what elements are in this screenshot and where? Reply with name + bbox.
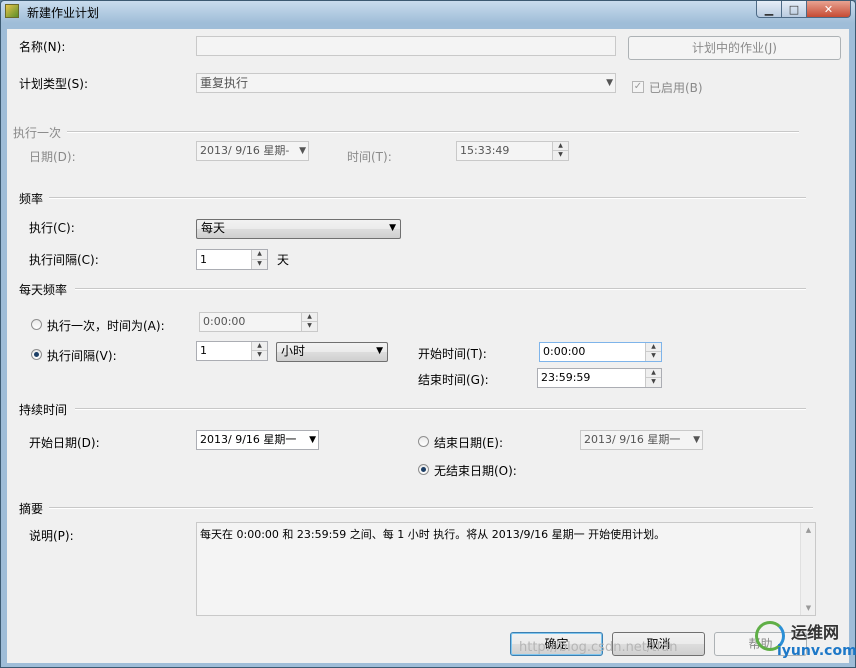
chevron-down-icon: ▼ — [389, 223, 396, 233]
daily-every-label: 执行间隔(V): — [47, 349, 117, 363]
end-time-spinner[interactable]: 23:59:59 ▲ ▼ — [537, 368, 662, 388]
duration-section-title: 持续时间 — [19, 403, 68, 417]
jobs-in-schedule-button[interactable]: 计划中的作业(J) — [628, 36, 841, 60]
no-end-date-label: 无结束日期(O): — [434, 464, 517, 478]
chevron-down-icon: ▼ — [309, 435, 316, 445]
minimize-button[interactable]: ▁ — [756, 1, 782, 18]
daily-every-value: 1 — [200, 344, 207, 357]
daily-section-divider — [75, 288, 806, 290]
watermark-url: http://blog.csdn.net/tfdn — [519, 640, 678, 655]
once-time-spinner[interactable]: 15:33:49 ▲ ▼ — [456, 141, 569, 161]
once-time-value: 15:33:49 — [460, 144, 510, 157]
frequency-section-title: 频率 — [19, 192, 44, 206]
spin-arrows-icon[interactable]: ▲ ▼ — [301, 313, 317, 331]
scroll-down-icon[interactable]: ▼ — [801, 601, 816, 615]
end-date-value: 2013/ 9/16 星期一 — [584, 433, 681, 446]
daily-once-time-spinner[interactable]: 0:00:00 ▲ ▼ — [199, 312, 318, 332]
duration-section-divider — [75, 408, 806, 410]
description-label: 说明(P): — [29, 529, 74, 543]
daily-every-unit-value: 小时 — [281, 344, 306, 358]
dialog-client: 名称(N): 计划中的作业(J) 计划类型(S): 重复执行 ▼ ✓ 已启用(B… — [7, 29, 849, 663]
schedule-type-label: 计划类型(S): — [19, 77, 89, 91]
once-date-picker[interactable]: 2013/ 9/16 星期- ▼ — [196, 141, 309, 161]
close-button[interactable]: ✕ — [806, 1, 851, 18]
daily-once-time-value: 0:00:00 — [203, 315, 246, 328]
start-date-value: 2013/ 9/16 星期一 — [200, 433, 297, 446]
start-date-label: 开始日期(D): — [29, 436, 100, 450]
recur-spinner[interactable]: 1 ▲ ▼ — [196, 249, 268, 270]
chevron-down-icon: ▼ — [606, 78, 613, 88]
enabled-label: 已启用(B) — [649, 81, 703, 95]
enabled-checkbox[interactable]: ✓ — [632, 81, 644, 93]
description-text: 每天在 0:00:00 和 23:59:59 之间、每 1 小时 执行。将从 2… — [200, 528, 666, 541]
name-input[interactable] — [196, 36, 616, 56]
occurs-label: 执行(C): — [29, 221, 75, 235]
spin-arrows-icon[interactable]: ▲ ▼ — [251, 250, 267, 269]
daily-every-radio[interactable] — [31, 349, 42, 360]
spin-arrows-icon[interactable]: ▲ ▼ — [645, 343, 661, 361]
title-bar[interactable]: 新建作业计划 ▁ □ ✕ — [1, 1, 855, 23]
window-title: 新建作业计划 — [27, 6, 100, 20]
spin-arrows-icon[interactable]: ▲ ▼ — [251, 342, 267, 360]
summary-section-title: 摘要 — [19, 502, 44, 516]
start-time-label: 开始时间(T): — [418, 347, 487, 361]
recur-value: 1 — [200, 253, 207, 266]
name-label: 名称(N): — [19, 40, 66, 54]
recur-label: 执行间隔(C): — [29, 253, 99, 267]
app-icon — [5, 4, 19, 18]
summary-section-divider — [49, 507, 813, 509]
daily-every-spinner[interactable]: 1 ▲ ▼ — [196, 341, 268, 361]
start-time-value: 0:00:00 — [543, 345, 586, 358]
daily-once-label: 执行一次，时间为(A): — [47, 319, 165, 333]
daily-once-radio[interactable] — [31, 319, 42, 330]
dialog-window: 新建作业计划 ▁ □ ✕ 名称(N): 计划中的作业(J) 计划类型(S): 重… — [0, 0, 856, 668]
end-date-radio[interactable] — [418, 436, 429, 447]
end-time-value: 23:59:59 — [541, 371, 591, 384]
chevron-down-icon: ▼ — [693, 435, 700, 445]
chevron-down-icon: ▼ — [376, 346, 383, 356]
once-section-title: 执行一次 — [13, 126, 62, 140]
logo-cn-text: 运维网 — [791, 623, 840, 642]
maximize-button[interactable]: □ — [781, 1, 807, 18]
spin-arrows-icon[interactable]: ▲ ▼ — [552, 142, 568, 160]
once-time-label: 时间(T): — [347, 150, 392, 164]
site-logo: 运维网 iyunv.com — [749, 619, 856, 663]
end-date-label: 结束日期(E): — [434, 436, 503, 450]
schedule-type-combo[interactable]: 重复执行 ▼ — [196, 73, 616, 93]
start-date-picker[interactable]: 2013/ 9/16 星期一 ▼ — [196, 430, 319, 450]
once-date-value: 2013/ 9/16 星期- — [200, 144, 290, 157]
chevron-down-icon: ▼ — [299, 146, 306, 156]
logo-en-text: iyunv.com — [777, 643, 856, 659]
occurs-value: 每天 — [201, 221, 226, 235]
end-time-label: 结束时间(G): — [418, 373, 489, 387]
daily-every-unit-dropdown[interactable]: 小时 ▼ — [276, 342, 388, 362]
scroll-up-icon[interactable]: ▲ — [801, 523, 816, 537]
once-section-divider — [67, 131, 799, 133]
daily-section-title: 每天频率 — [19, 283, 68, 297]
frequency-section-divider — [49, 197, 806, 199]
description-scrollbar[interactable]: ▲ ▼ — [800, 523, 815, 615]
schedule-type-value: 重复执行 — [200, 76, 249, 90]
no-end-date-radio[interactable] — [418, 464, 429, 475]
spin-arrows-icon[interactable]: ▲ ▼ — [645, 369, 661, 387]
occurs-dropdown[interactable]: 每天 ▼ — [196, 219, 401, 239]
end-date-picker[interactable]: 2013/ 9/16 星期一 ▼ — [580, 430, 703, 450]
once-date-label: 日期(D): — [29, 150, 76, 164]
recur-unit: 天 — [277, 253, 290, 267]
description-textarea[interactable]: 每天在 0:00:00 和 23:59:59 之间、每 1 小时 执行。将从 2… — [196, 522, 816, 616]
start-time-spinner[interactable]: 0:00:00 ▲ ▼ — [539, 342, 662, 362]
